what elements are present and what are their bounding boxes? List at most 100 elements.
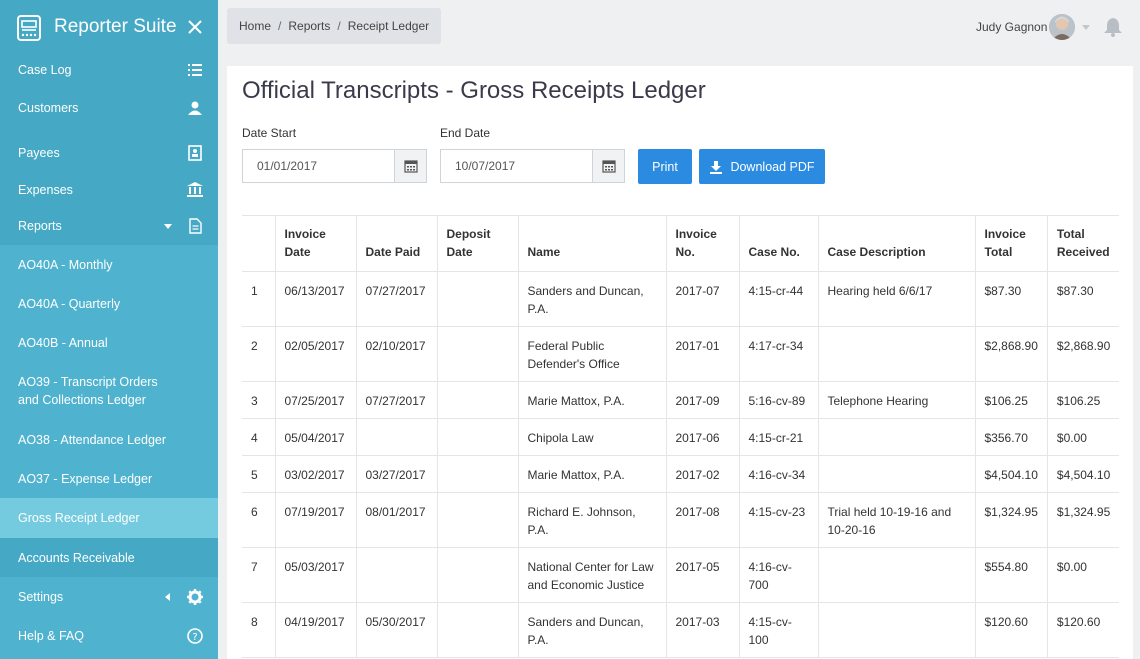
sidebar-item-label: AO40A - Quarterly bbox=[18, 296, 121, 311]
download-icon bbox=[710, 160, 723, 174]
cell-invoice-no: 2017-05 bbox=[666, 547, 740, 603]
sidebar-item-label: AO40B - Annual bbox=[18, 335, 108, 350]
sidebar-item-reports[interactable]: Reports bbox=[0, 206, 218, 245]
cell-invoice-date: 07/19/2017 bbox=[275, 492, 357, 548]
cell-total-received: $0.00 bbox=[1047, 547, 1120, 603]
cell-invoice-no: 2017-02 bbox=[666, 455, 740, 493]
date-start-input[interactable]: 01/01/2017 bbox=[242, 149, 427, 183]
app-title: Reporter Suite bbox=[54, 16, 177, 37]
gear-icon bbox=[187, 589, 203, 605]
end-date-label: End Date bbox=[440, 126, 491, 140]
calendar-button[interactable] bbox=[394, 150, 426, 182]
sidebar-item-help-faq[interactable]: Help & FAQ ? bbox=[0, 616, 218, 655]
sidebar-item-ao40b-annual[interactable]: AO40B - Annual bbox=[0, 323, 218, 362]
close-icon[interactable] bbox=[186, 18, 204, 36]
column-header-deposit-date[interactable]: Deposit Date bbox=[437, 215, 519, 272]
column-header-case-description[interactable]: Case Description bbox=[818, 215, 976, 272]
sidebar-item-payees[interactable]: Payees bbox=[0, 133, 218, 173]
table-row[interactable]: 3 07/25/2017 07/27/2017 Marie Mattox, P.… bbox=[242, 381, 1120, 419]
table-row[interactable]: 8 04/19/2017 05/30/2017 Sanders and Dunc… bbox=[242, 602, 1120, 658]
column-header-total-received[interactable]: Total Received bbox=[1047, 215, 1120, 272]
cell-invoice-date: 04/19/2017 bbox=[275, 602, 357, 658]
sidebar: Reporter Suite Case Log Customers Payees… bbox=[0, 0, 218, 659]
cell-case-no: 4:17-cr-34 bbox=[739, 326, 819, 382]
column-header-invoice-total[interactable]: Invoice Total bbox=[975, 215, 1048, 272]
sidebar-item-ao38[interactable]: AO38 - Attendance Ledger bbox=[0, 420, 218, 459]
cell-deposit-date bbox=[437, 271, 519, 327]
cell-name: National Center for Law and Economic Jus… bbox=[518, 547, 667, 603]
cell-case-no: 4:16-cv-700 bbox=[739, 547, 819, 603]
table-row[interactable]: 1 06/13/2017 07/27/2017 Sanders and Dunc… bbox=[242, 271, 1120, 327]
sidebar-item-ao40a-quarterly[interactable]: AO40A - Quarterly bbox=[0, 284, 218, 323]
column-header-case-no[interactable]: Case No. bbox=[739, 215, 819, 272]
sidebar-item-gross-receipt-ledger[interactable]: Gross Receipt Ledger bbox=[0, 498, 218, 538]
calendar-button[interactable] bbox=[592, 150, 624, 182]
cell-invoice-total: $106.25 bbox=[975, 381, 1048, 419]
cell-number: 6 bbox=[242, 492, 276, 548]
cell-case-no: 4:16-cv-34 bbox=[739, 455, 819, 493]
cell-date-paid: 07/27/2017 bbox=[356, 381, 438, 419]
sidebar-item-label: AO38 - Attendance Ledger bbox=[18, 432, 167, 447]
calendar-icon bbox=[403, 160, 418, 173]
column-header-invoice-date[interactable]: Invoice Date bbox=[275, 215, 357, 272]
cell-deposit-date bbox=[437, 381, 519, 419]
avatar[interactable] bbox=[1049, 14, 1075, 40]
table-row[interactable]: 2 02/05/2017 02/10/2017 Federal Public D… bbox=[242, 326, 1120, 382]
cell-case-no: 4:15-cr-44 bbox=[739, 271, 819, 327]
help-circle-icon: ? bbox=[187, 628, 203, 644]
cell-invoice-date: 06/13/2017 bbox=[275, 271, 357, 327]
cell-deposit-date bbox=[437, 602, 519, 658]
end-date-value: 10/07/2017 bbox=[455, 159, 516, 173]
sidebar-item-expenses[interactable]: Expenses bbox=[0, 173, 218, 206]
table-row[interactable]: 6 07/19/2017 08/01/2017 Richard E. Johns… bbox=[242, 492, 1120, 548]
table-header-row: Invoice Date Date Paid Deposit Date Name I… bbox=[242, 215, 1120, 272]
cell-total-received: $106.25 bbox=[1047, 381, 1120, 419]
table-row[interactable]: 4 05/04/2017 Chipola Law 2017-06 4:15-cr… bbox=[242, 418, 1120, 456]
sidebar-item-ao39[interactable]: AO39 - Transcript Orders and Collections… bbox=[0, 362, 218, 420]
cell-date-paid: 05/30/2017 bbox=[356, 602, 438, 658]
cell-number: 7 bbox=[242, 547, 276, 603]
main-content: Official Transcripts - Gross Receipts Le… bbox=[227, 66, 1133, 659]
breadcrumb-home[interactable]: Home bbox=[239, 19, 271, 33]
sidebar-item-customers[interactable]: Customers bbox=[0, 83, 218, 133]
calendar-icon bbox=[601, 160, 616, 173]
print-button[interactable]: Print bbox=[638, 149, 692, 184]
cell-invoice-no: 2017-09 bbox=[666, 381, 740, 419]
cell-name: Chipola Law bbox=[518, 418, 667, 456]
cell-total-received: $2,868.90 bbox=[1047, 326, 1120, 382]
cell-name: Marie Mattox, P.A. bbox=[518, 381, 667, 419]
top-bar: Home / Reports / Receipt Ledger Judy Gag… bbox=[218, 0, 1140, 57]
column-header-invoice-no[interactable]: Invoice No. bbox=[666, 215, 740, 272]
caret-down-icon bbox=[164, 224, 172, 229]
cell-deposit-date bbox=[437, 326, 519, 382]
cell-date-paid bbox=[356, 547, 438, 603]
user-name[interactable]: Judy Gagnon bbox=[976, 20, 1047, 34]
cell-case-no: 4:15-cv-100 bbox=[739, 602, 819, 658]
column-header-name[interactable]: Name bbox=[518, 215, 667, 272]
sidebar-item-ao40a-monthly[interactable]: AO40A - Monthly bbox=[0, 245, 218, 284]
cell-total-received: $120.60 bbox=[1047, 602, 1120, 658]
breadcrumb-reports[interactable]: Reports bbox=[288, 19, 330, 33]
table-row[interactable]: 7 05/03/2017 National Center for Law and… bbox=[242, 547, 1120, 603]
cell-case-description bbox=[818, 326, 976, 382]
avatar-image bbox=[1049, 14, 1075, 40]
contact-book-icon bbox=[188, 145, 202, 161]
cell-invoice-date: 02/05/2017 bbox=[275, 326, 357, 382]
column-header-date-paid[interactable]: Date Paid bbox=[356, 215, 438, 272]
cell-date-paid bbox=[356, 418, 438, 456]
bell-icon[interactable] bbox=[1102, 16, 1124, 38]
cell-case-no: 5:16-cv-89 bbox=[739, 381, 819, 419]
chevron-down-icon[interactable] bbox=[1082, 25, 1090, 31]
cell-number: 8 bbox=[242, 602, 276, 658]
sidebar-item-ao37[interactable]: AO37 - Expense Ledger bbox=[0, 459, 218, 498]
table-row[interactable]: 5 03/02/2017 03/27/2017 Marie Mattox, P.… bbox=[242, 455, 1120, 493]
sidebar-item-accounts-receivable[interactable]: Accounts Receivable bbox=[0, 538, 218, 577]
sidebar-item-settings[interactable]: Settings bbox=[0, 577, 218, 616]
end-date-input[interactable]: 10/07/2017 bbox=[440, 149, 625, 183]
cell-invoice-date: 07/25/2017 bbox=[275, 381, 357, 419]
cell-date-paid: 02/10/2017 bbox=[356, 326, 438, 382]
cell-number: 1 bbox=[242, 271, 276, 327]
sidebar-item-case-log[interactable]: Case Log bbox=[0, 57, 218, 83]
cell-deposit-date bbox=[437, 492, 519, 548]
download-pdf-button[interactable]: Download PDF bbox=[699, 149, 825, 184]
